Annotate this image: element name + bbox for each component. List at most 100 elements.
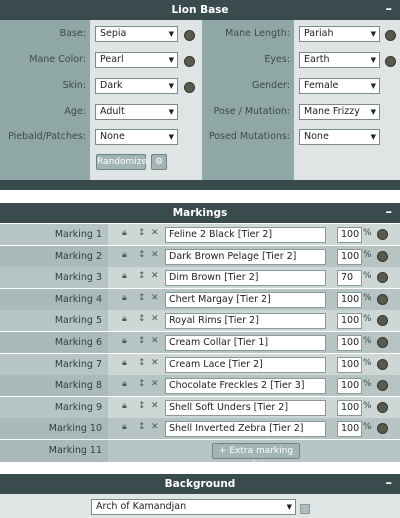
posed-mutations-select[interactable]: None ▼: [299, 129, 380, 145]
marking-opacity-input[interactable]: 100: [337, 399, 362, 416]
marking-opacity-input[interactable]: 100: [337, 378, 362, 395]
chevron-down-icon: ▼: [168, 133, 174, 141]
marking-label: Marking 10: [0, 418, 108, 440]
background-minimize-button[interactable]: –: [386, 474, 393, 494]
lock-icon[interactable]: 🔒︎: [122, 336, 127, 346]
marking-input[interactable]: Royal Rims [Tier 2]: [165, 313, 326, 330]
marking-input[interactable]: Cream Lace [Tier 2]: [165, 356, 326, 373]
randomize-mane-color-icon[interactable]: [184, 56, 195, 67]
move-icon[interactable]: ↕: [138, 250, 146, 260]
gear-button[interactable]: ⚙: [151, 154, 167, 170]
close-icon[interactable]: ✕: [151, 379, 159, 389]
randomize-eyes-icon[interactable]: [385, 56, 396, 67]
lock-icon[interactable]: 🔒︎: [122, 314, 127, 324]
marking-input[interactable]: Dark Brown Pelage [Tier 2]: [165, 248, 326, 265]
marking-opacity-input[interactable]: 100: [337, 291, 362, 308]
eyes-select[interactable]: Earth ▼: [299, 52, 380, 68]
randomize-base-icon[interactable]: [184, 30, 195, 41]
move-icon[interactable]: ↕: [138, 336, 146, 346]
close-icon[interactable]: ✕: [151, 336, 159, 346]
marking-input[interactable]: Shell Inverted Zebra [Tier 2]: [165, 421, 326, 438]
gender-label: Gender:: [251, 80, 290, 91]
randomize-marking-icon[interactable]: [377, 401, 388, 413]
chevron-down-icon: ▼: [370, 56, 376, 64]
marking-input[interactable]: Chocolate Freckles 2 [Tier 3]: [165, 378, 326, 395]
mane-length-label: Mane Length:: [225, 28, 290, 39]
randomize-marking-icon[interactable]: [377, 293, 388, 305]
marking-opacity-input[interactable]: 100: [337, 356, 362, 373]
marking-input[interactable]: Cream Collar [Tier 1]: [165, 335, 326, 351]
close-icon[interactable]: ✕: [151, 228, 159, 238]
randomize-button[interactable]: Randomize: [96, 154, 147, 170]
move-icon[interactable]: ↕: [138, 379, 146, 389]
close-icon[interactable]: ✕: [151, 250, 159, 260]
marking-opacity-input[interactable]: 100: [337, 335, 362, 351]
marking-input[interactable]: Dim Brown [Tier 2]: [165, 270, 326, 287]
base-select-value: Sepia: [100, 28, 127, 39]
marking-row: Marking 6 🔒︎ ↕ ✕ Cream Collar [Tier 1] 100%: [0, 332, 400, 353]
close-icon[interactable]: ✕: [151, 314, 159, 324]
background-select[interactable]: Arch of Kamandjan ▼: [91, 499, 296, 515]
lock-icon[interactable]: 🔒︎: [122, 271, 127, 281]
lock-icon[interactable]: 🔒︎: [122, 358, 127, 368]
move-icon[interactable]: ↕: [138, 228, 146, 238]
randomize-skin-icon[interactable]: [184, 82, 195, 93]
marking-opacity-input[interactable]: 100: [337, 421, 362, 438]
skin-select[interactable]: Dark ▼: [95, 78, 178, 94]
lock-icon[interactable]: 🔒︎: [122, 401, 127, 411]
mane-length-select[interactable]: Pariah ▼: [299, 26, 380, 42]
randomize-marking-icon[interactable]: [377, 315, 388, 327]
marking-input[interactable]: Shell Soft Unders [Tier 2]: [165, 399, 326, 416]
marking-input[interactable]: Chert Margay [Tier 2]: [165, 291, 326, 308]
marking-input[interactable]: Feline 2 Black [Tier 2]: [165, 227, 326, 243]
background-dice-icon[interactable]: [300, 504, 310, 514]
posed-mutations-select-value: None: [304, 131, 329, 142]
marking-label: Marking 3: [0, 267, 108, 289]
percent-sign: %: [363, 249, 372, 260]
lock-icon[interactable]: 🔒︎: [122, 422, 127, 432]
markings-minimize-button[interactable]: –: [386, 203, 393, 223]
randomize-marking-icon[interactable]: [377, 423, 388, 435]
randomize-marking-icon[interactable]: [377, 380, 388, 392]
close-icon[interactable]: ✕: [151, 271, 159, 281]
marking-label: Marking 8: [0, 375, 108, 397]
lock-icon[interactable]: 🔒︎: [122, 293, 127, 303]
randomize-marking-icon[interactable]: [377, 229, 388, 240]
piebald-select[interactable]: None ▼: [95, 129, 178, 145]
gender-select-value: Female: [304, 80, 339, 91]
piebald-select-value: None: [100, 131, 125, 142]
pose-mutation-select[interactable]: Mane Frizzy ▼: [299, 104, 380, 120]
randomize-marking-icon[interactable]: [377, 272, 388, 284]
lock-icon[interactable]: 🔒︎: [122, 228, 127, 238]
marking-opacity-input[interactable]: 70: [337, 270, 362, 287]
close-icon[interactable]: ✕: [151, 401, 159, 411]
close-icon[interactable]: ✕: [151, 358, 159, 368]
marking-row: Marking 7 🔒︎ ↕ ✕ Cream Lace [Tier 2] 100%: [0, 353, 400, 375]
extra-marking-slot-button[interactable]: + Extra marking slot: [212, 443, 300, 470]
marking-body: 🔒︎ ↕ ✕ Shell Soft Unders [Tier 2] 100%: [108, 396, 400, 418]
move-icon[interactable]: ↕: [138, 271, 146, 281]
randomize-marking-icon[interactable]: [377, 358, 388, 370]
move-icon[interactable]: ↕: [138, 422, 146, 432]
lock-icon[interactable]: 🔒︎: [122, 250, 127, 260]
age-select[interactable]: Adult ▼: [95, 104, 178, 120]
move-icon[interactable]: ↕: [138, 358, 146, 368]
base-select[interactable]: Sepia ▼: [95, 26, 178, 42]
marking-opacity-input[interactable]: 100: [337, 313, 362, 330]
mane-color-select[interactable]: Pearl ▼: [95, 52, 178, 68]
marking-opacity-input[interactable]: 100: [337, 248, 362, 265]
move-icon[interactable]: ↕: [138, 314, 146, 324]
randomize-marking-icon[interactable]: [377, 250, 388, 262]
chevron-down-icon: ▼: [286, 503, 292, 511]
lion-base-minimize-button[interactable]: –: [386, 0, 393, 20]
close-icon[interactable]: ✕: [151, 293, 159, 303]
gender-select[interactable]: Female ▼: [299, 78, 380, 94]
close-icon[interactable]: ✕: [151, 422, 159, 432]
move-icon[interactable]: ↕: [138, 401, 146, 411]
randomize-mane-length-icon[interactable]: [385, 30, 396, 41]
marking-label: Marking 7: [0, 353, 108, 375]
move-icon[interactable]: ↕: [138, 293, 146, 303]
lock-icon[interactable]: 🔒︎: [122, 379, 127, 389]
marking-opacity-input[interactable]: 100: [337, 227, 362, 243]
randomize-marking-icon[interactable]: [377, 337, 388, 348]
